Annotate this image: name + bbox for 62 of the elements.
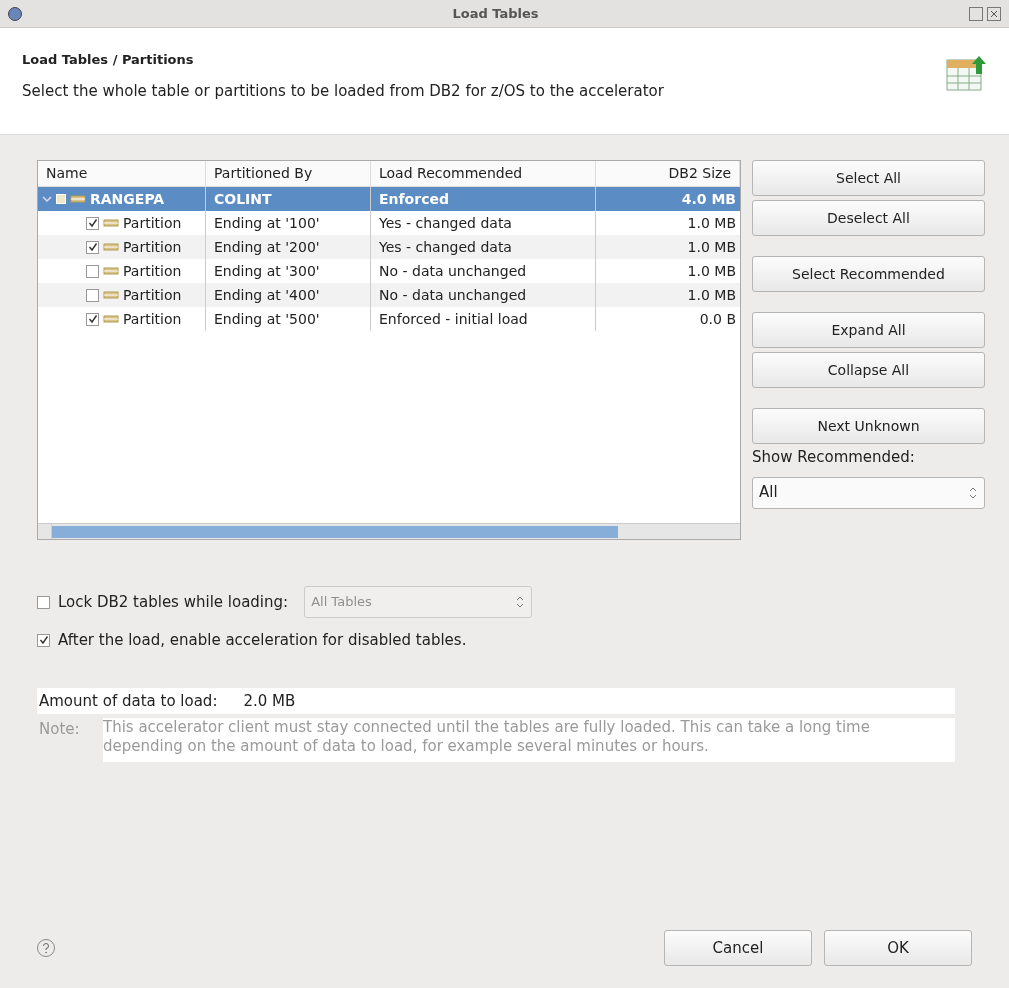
size-cell-text: 1.0 MB [686,261,737,281]
name-cell-text: Partition [123,237,182,257]
partition-icon [70,194,86,204]
table-icon [56,194,66,204]
size-cell-text: 4.0 MB [680,189,737,209]
dialog-button[interactable]: OK [824,930,972,966]
option-label: After the load, enable acceleration for disabled tables. [58,629,467,651]
expand-icon[interactable] [42,194,52,204]
table-row[interactable]: Partition Ending at '400' No - data unchanged 1.0 MB [38,283,740,307]
size-cell-text: 1.0 MB [686,213,737,233]
checkbox[interactable] [86,240,99,254]
column-header[interactable]: Name [38,161,206,186]
table-row[interactable]: Partition Ending at '200' Yes - changed data 1.0 MB [38,235,740,259]
partition-icon [103,242,119,252]
header-title: Load Tables / Partitions [22,51,195,69]
side-button[interactable]: Expand All [752,312,985,348]
option-label: Lock DB2 tables while loading: [58,591,289,613]
note-text: This accelerator client must stay connected until the tables are fully loaded. This can take a long time depending on the amount of data to load, for example several minutes or hours. [103,718,955,762]
horizontal-scrollbar[interactable] [38,523,740,539]
size-cell-text: 1.0 MB [686,237,737,257]
checkbox[interactable] [37,633,50,647]
size-cell-text: 0.0 B [698,309,737,329]
partition-icon [103,266,119,276]
checkbox[interactable] [37,595,50,609]
partition-icon [103,314,119,324]
spinner-icon [515,595,526,609]
partition-icon [103,290,119,300]
load-recommended-cell: Enforced - initial load [371,307,596,331]
side-button[interactable]: Select All [752,160,985,196]
scrollbar-thumb[interactable] [52,525,618,538]
dialog-button[interactable]: Cancel [664,930,812,966]
name-cell-text: Partition [123,285,182,305]
side-button[interactable]: Deselect All [752,200,985,236]
header-description: Select the whole table or partitions to be loaded from DB2 for z/OS to the accelerator [22,80,664,102]
name-cell-text: RANGEPA [90,189,165,209]
show-recommended-label: Show Recommended: [752,447,916,468]
partitioned-by-cell: Ending at '500' [206,307,371,331]
checkbox[interactable] [86,264,99,278]
app-icon [8,6,22,21]
side-button[interactable]: Collapse All [752,352,985,388]
name-cell-text: Partition [123,309,182,329]
table-row[interactable]: RANGEPA COLINT Enforced 4.0 MB [38,187,740,211]
close-icon[interactable] [987,6,1001,21]
partition-icon [103,218,119,228]
side-button[interactable]: Select Recommended [752,256,985,292]
spinner-icon [968,485,978,500]
amount-value: 2.0 MB [243,690,296,712]
note-label: Note: [38,719,81,740]
column-header[interactable]: Partitioned By [206,161,371,186]
amount-label: Amount of data to load: [39,690,218,712]
name-cell-text: Partition [123,213,182,233]
checkbox[interactable] [86,216,99,230]
column-header[interactable]: DB2 Size [596,161,740,186]
show-recommended-select[interactable]: All [752,476,985,509]
checkbox[interactable] [86,288,99,302]
window-title: Load Tables [451,4,540,23]
checkbox[interactable] [86,312,99,326]
maximize-icon[interactable] [969,6,983,21]
side-button[interactable]: Next Unknown [752,408,985,444]
column-header[interactable]: Load Recommended [371,161,596,186]
name-cell-text: Partition [123,261,182,281]
size-cell-text: 1.0 MB [686,285,737,305]
